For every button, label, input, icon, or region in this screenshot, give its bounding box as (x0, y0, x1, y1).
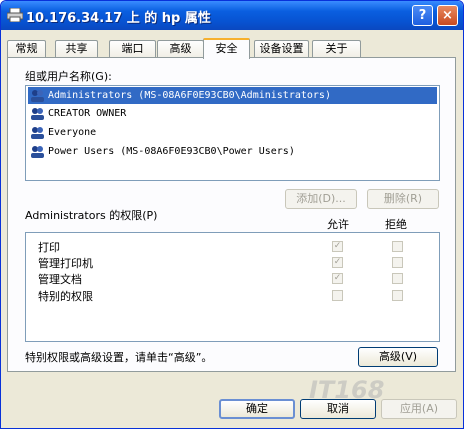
user-name: Everyone (48, 127, 97, 138)
user-name: Power Users (MS-08A6F0E93CB0\Power Users… (48, 146, 295, 157)
window-title: 10.176.34.17 上 的 hp 属性 (26, 11, 211, 26)
ok-button[interactable]: 确定 (219, 399, 295, 419)
user-name: CREATOR OWNER (48, 108, 127, 119)
deny-column-header: 拒绝 (385, 218, 407, 231)
user-group-icon (31, 145, 44, 158)
list-item-creator-owner[interactable]: CREATOR OWNER (30, 105, 126, 122)
permission-row: 管理文档 (38, 273, 82, 286)
printer-icon (7, 8, 23, 22)
tab-device-settings[interactable]: 设备设置 (254, 40, 309, 57)
permission-row: 打印 (38, 241, 60, 254)
advanced-button[interactable]: 高级(V) (358, 347, 438, 367)
tab-advanced[interactable]: 高级 (157, 40, 204, 57)
permissions-list: 打印 管理打印机 管理文档 特别的权限 ✓ ✓ ✓ (25, 232, 440, 342)
permission-row: 管理打印机 (38, 257, 93, 270)
add-button[interactable]: 添加(D)... (285, 189, 357, 209)
tab-sharing[interactable]: 共享 (55, 40, 98, 57)
tab-ports[interactable]: 端口 (109, 40, 156, 57)
properties-dialog: 10.176.34.17 上 的 hp 属性 ? × 常规 共享 端口 高级 安… (0, 0, 464, 429)
tab-general[interactable]: 常规 (7, 40, 46, 57)
allow-checkbox-manage-printers[interactable]: ✓ (332, 257, 343, 268)
title-bar[interactable]: 10.176.34.17 上 的 hp 属性 ? × (1, 1, 463, 30)
remove-button[interactable]: 删除(R) (367, 189, 439, 209)
tab-about[interactable]: 关于 (312, 40, 361, 57)
list-item-administrators[interactable]: Administrators (MS-08A6F0E93CB0\Administ… (28, 87, 437, 104)
tab-security[interactable]: 安全 (203, 38, 250, 59)
allow-checkbox-print[interactable]: ✓ (332, 241, 343, 252)
user-group-icon (31, 126, 44, 139)
user-group-icon (31, 89, 44, 102)
deny-checkbox-manage-printers[interactable] (392, 257, 403, 268)
help-button[interactable]: ? (412, 5, 433, 26)
close-button[interactable]: × (437, 5, 458, 26)
deny-checkbox-manage-documents[interactable] (392, 273, 403, 284)
cancel-button[interactable]: 取消 (300, 399, 376, 419)
list-item-everyone[interactable]: Everyone (30, 124, 96, 141)
apply-button[interactable]: 应用(A) (381, 399, 457, 419)
advanced-hint: 特别权限或高级设置，请单击“高级”。 (25, 351, 213, 364)
list-item-power-users[interactable]: Power Users (MS-08A6F0E93CB0\Power Users… (30, 143, 295, 160)
deny-checkbox-special[interactable] (392, 290, 403, 301)
user-list[interactable]: Administrators (MS-08A6F0E93CB0\Administ… (25, 85, 440, 181)
user-group-icon (31, 107, 44, 120)
group-users-label: 组或用户名称(G): (25, 70, 112, 83)
allow-checkbox-manage-documents[interactable]: ✓ (332, 273, 343, 284)
deny-checkbox-print[interactable] (392, 241, 403, 252)
allow-checkbox-special[interactable] (332, 290, 343, 301)
permission-row: 特别的权限 (38, 290, 93, 303)
user-name: Administrators (MS-08A6F0E93CB0\Administ… (48, 90, 331, 101)
permissions-label: Administrators 的权限(P) (25, 209, 158, 222)
allow-column-header: 允许 (327, 218, 349, 231)
